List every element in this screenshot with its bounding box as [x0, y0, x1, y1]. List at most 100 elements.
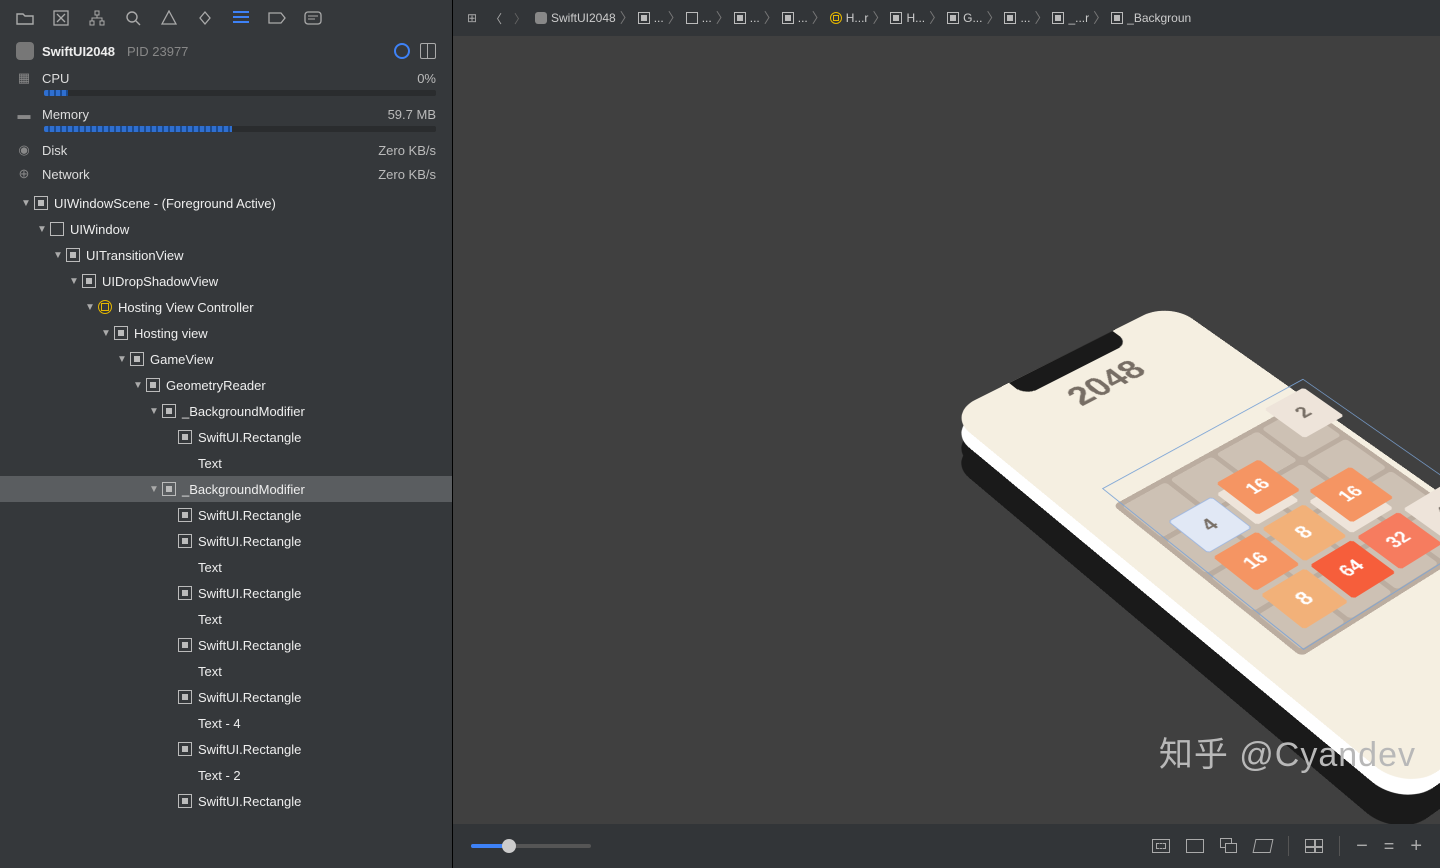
tree-row[interactable]: SwiftUI.Rectangle: [0, 736, 452, 762]
breadcrumb-icon: [890, 12, 902, 24]
tree-row[interactable]: SwiftUI.Rectangle: [0, 788, 452, 814]
cpu-value: 0%: [417, 71, 436, 86]
view-icon: [178, 794, 192, 808]
chevron-right-icon: 〉: [1093, 8, 1107, 28]
hierarchy-icon[interactable]: [88, 9, 106, 27]
breadcrumb-item[interactable]: ...: [1004, 11, 1030, 25]
split-view-icon[interactable]: [420, 43, 436, 59]
tree-row[interactable]: ▼ UIWindowScene - (Foreground Active): [0, 190, 452, 216]
tree-row[interactable]: ▼_BackgroundModifier: [0, 476, 452, 502]
back-icon[interactable]: 〈: [487, 9, 505, 27]
disclosure-icon[interactable]: ▼: [20, 198, 32, 209]
disclosure-icon[interactable]: ▼: [148, 484, 160, 495]
tree-row[interactable]: Text: [0, 658, 452, 684]
breadcrumb-item[interactable]: ...: [686, 11, 712, 25]
breadcrumb-item[interactable]: H...r: [830, 11, 869, 25]
tree-row[interactable]: ▼Hosting view: [0, 320, 452, 346]
memory-row[interactable]: ▬ Memory 59.7 MB: [0, 102, 452, 126]
zoom-actual-icon[interactable]: =: [1384, 836, 1395, 857]
tree-label: SwiftUI.Rectangle: [198, 742, 301, 757]
folder-icon[interactable]: [16, 9, 34, 27]
tree-row[interactable]: ▼GameView: [0, 346, 452, 372]
disclosure-icon[interactable]: ▼: [148, 406, 160, 417]
disclosure-icon[interactable]: ▼: [68, 276, 80, 287]
disclosure-icon[interactable]: ▼: [116, 354, 128, 365]
orient-3d-icon[interactable]: [1253, 839, 1274, 853]
chevron-right-icon: 〉: [872, 8, 886, 28]
view-debugger-canvas[interactable]: UIWindowScene - (Foreground Active) Host…: [453, 36, 1440, 824]
process-header[interactable]: SwiftUI2048 PID 23977: [0, 36, 452, 66]
related-items-icon[interactable]: ⊞: [463, 9, 481, 27]
record-icon[interactable]: [394, 43, 410, 59]
breakpoint-icon[interactable]: [268, 9, 286, 27]
tree-label: SwiftUI.Rectangle: [198, 794, 301, 809]
tree-row[interactable]: ▼UIDropShadowView: [0, 268, 452, 294]
cpu-label: CPU: [42, 71, 69, 86]
report-icon[interactable]: [52, 9, 70, 27]
tree-row[interactable]: ▼UITransitionView: [0, 242, 452, 268]
breadcrumb-item[interactable]: _...r: [1052, 11, 1089, 25]
tree-row[interactable]: ▼GeometryReader: [0, 372, 452, 398]
layer-spacing-slider[interactable]: [471, 844, 591, 848]
disk-label: Disk: [42, 143, 67, 158]
breadcrumb-item[interactable]: ...: [638, 11, 664, 25]
constraints-icon[interactable]: [1186, 839, 1204, 853]
breadcrumb-item[interactable]: G...: [947, 11, 982, 25]
tree-row[interactable]: SwiftUI.Rectangle: [0, 502, 452, 528]
tree-row[interactable]: ▼UIWindow: [0, 216, 452, 242]
tree-row[interactable]: SwiftUI.Rectangle: [0, 528, 452, 554]
divider: [1288, 836, 1289, 856]
cpu-row[interactable]: ▦ CPU 0%: [0, 66, 452, 90]
tree-label: Text: [198, 612, 222, 627]
network-label: Network: [42, 167, 90, 182]
tree-row[interactable]: SwiftUI.Rectangle: [0, 424, 452, 450]
app-icon: [16, 42, 34, 60]
layer-game-view[interactable]: 2048 2421682864324 1616: [947, 303, 1440, 793]
tree-row[interactable]: Text - 2: [0, 762, 452, 788]
disclosure-icon[interactable]: ▼: [52, 250, 64, 261]
clip-icon[interactable]: [1152, 839, 1170, 853]
disclosure-icon[interactable]: ▼: [132, 380, 144, 391]
tree-row[interactable]: Text: [0, 554, 452, 580]
view-icon: [162, 482, 176, 496]
issue-icon[interactable]: [160, 9, 178, 27]
breadcrumb-item[interactable]: SwiftUI2048: [535, 11, 616, 25]
grid-toggle-icon[interactable]: [1305, 839, 1323, 853]
tree-row[interactable]: ▼_BackgroundModifier: [0, 398, 452, 424]
breadcrumb-item[interactable]: ...: [782, 11, 808, 25]
breadcrumb-item[interactable]: ...: [734, 11, 760, 25]
disclosure-icon[interactable]: ▼: [84, 302, 96, 313]
zoom-in-icon[interactable]: +: [1410, 835, 1422, 858]
breadcrumb-label: H...: [906, 11, 925, 25]
tree-label: Text - 2: [198, 768, 241, 783]
debug-icon[interactable]: [232, 9, 250, 27]
breadcrumb-label: G...: [963, 11, 982, 25]
tree-label: UIWindowScene - (Foreground Active): [54, 196, 276, 211]
test-icon[interactable]: [196, 9, 214, 27]
tree-row[interactable]: ▼Hosting View Controller: [0, 294, 452, 320]
breadcrumb-item[interactable]: H...: [890, 11, 925, 25]
network-row[interactable]: ⊕ Network Zero KB/s: [0, 162, 452, 186]
disclosure-icon[interactable]: ▼: [100, 328, 112, 339]
breadcrumb-label: ...: [1020, 11, 1030, 25]
navigator-panel: SwiftUI2048 PID 23977 ▦ CPU 0% ▬ Memory …: [0, 0, 453, 868]
disclosure-icon[interactable]: ▼: [36, 224, 48, 235]
view-hierarchy-tree[interactable]: ▼ UIWindowScene - (Foreground Active) ▼UIW…: [0, 186, 452, 868]
stack-icon[interactable]: [1220, 838, 1238, 854]
log-icon[interactable]: [304, 9, 322, 27]
view-icon: [34, 196, 48, 210]
tree-row[interactable]: Text - 4: [0, 710, 452, 736]
breadcrumb-item[interactable]: _Backgroun: [1111, 11, 1191, 25]
tree-row[interactable]: Text: [0, 606, 452, 632]
view-icon: [146, 378, 160, 392]
view-icon: [178, 742, 192, 756]
tree-row[interactable]: Text: [0, 450, 452, 476]
tree-row[interactable]: SwiftUI.Rectangle: [0, 580, 452, 606]
search-icon[interactable]: [124, 9, 142, 27]
forward-icon[interactable]: 〉: [511, 9, 529, 27]
disk-row[interactable]: ◉ Disk Zero KB/s: [0, 138, 452, 162]
tree-row[interactable]: SwiftUI.Rectangle: [0, 684, 452, 710]
view-icon: [178, 638, 192, 652]
zoom-out-icon[interactable]: −: [1356, 835, 1368, 858]
tree-row[interactable]: SwiftUI.Rectangle: [0, 632, 452, 658]
